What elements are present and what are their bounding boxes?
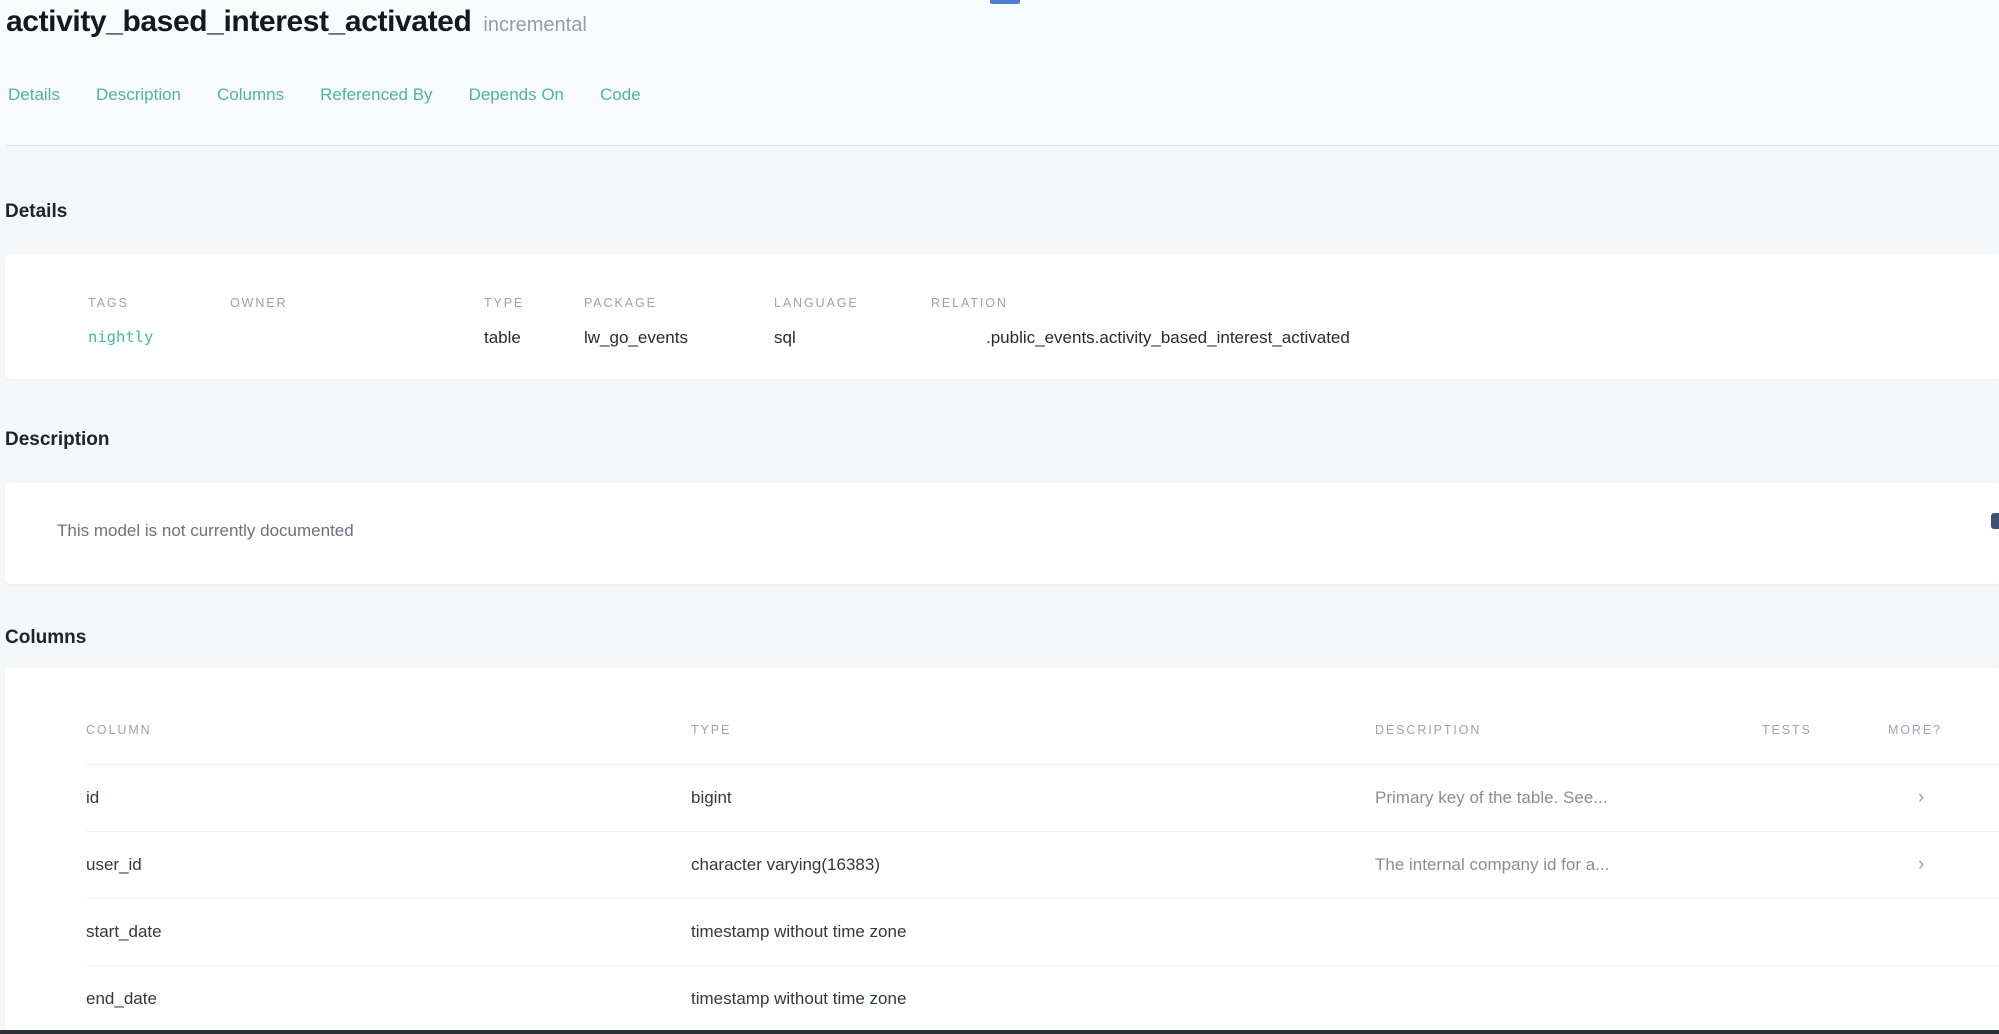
column-type-cell: character varying(16383) (691, 855, 1375, 875)
header-more: MORE? (1888, 723, 1999, 737)
field-package-value: lw_go_events (584, 328, 774, 348)
cropped-link-fragment (990, 0, 1020, 4)
column-name-cell: start_date (86, 922, 691, 942)
description-text: This model is not currently documented (57, 521, 1999, 541)
tab-details[interactable]: Details (8, 85, 60, 105)
description-section-heading: Description (5, 429, 1999, 451)
field-language-value: sql (774, 328, 931, 348)
field-package-label: PACKAGE (584, 296, 774, 310)
field-package: PACKAGE lw_go_events (584, 296, 774, 379)
row-expand-chevron-icon[interactable]: › (1888, 787, 1999, 809)
tab-code[interactable]: Code (600, 85, 641, 105)
model-docs-page: activity_based_interest_activated increm… (0, 0, 1999, 1034)
column-type-cell: timestamp without time zone (691, 989, 1375, 1009)
field-language: LANGUAGE sql (774, 296, 931, 379)
column-name-cell: end_date (86, 989, 691, 1009)
column-name-cell: id (86, 788, 691, 808)
field-tags-label: TAGS (88, 296, 230, 310)
tab-columns[interactable]: Columns (217, 85, 284, 105)
tab-depends-on[interactable]: Depends On (469, 85, 564, 105)
tab-description[interactable]: Description (96, 85, 181, 105)
details-section-heading: Details (5, 146, 1999, 223)
column-type-cell: bigint (691, 788, 1375, 808)
row-expand-chevron-icon[interactable]: › (1888, 854, 1999, 876)
cropped-edge-fragment (1991, 513, 1999, 529)
description-card: This model is not currently documented (5, 483, 1999, 584)
tag-nightly[interactable]: nightly (88, 328, 230, 346)
field-owner: OWNER (230, 296, 484, 379)
field-type-label: TYPE (484, 296, 584, 310)
title-row: activity_based_interest_activated increm… (6, 4, 1999, 40)
column-name-cell: user_id (86, 855, 691, 875)
page-title: activity_based_interest_activated (6, 4, 471, 40)
columns-card: COLUMN TYPE DESCRIPTION TESTS MORE? id b… (5, 668, 1999, 1034)
columns-table-header: COLUMN TYPE DESCRIPTION TESTS MORE? (86, 723, 1999, 737)
table-row-user-id[interactable]: user_id character varying(16383) The int… (86, 831, 1999, 898)
field-owner-label: OWNER (230, 296, 484, 310)
column-description-cell: The internal company id for a... (1375, 855, 1762, 875)
header-type: TYPE (691, 723, 1375, 737)
column-description-cell: Primary key of the table. See... (1375, 788, 1762, 808)
screenshot-bottom-edge (0, 1030, 1999, 1034)
header-column: COLUMN (86, 723, 691, 737)
column-type-cell: timestamp without time zone (691, 922, 1375, 942)
page-header: activity_based_interest_activated increm… (0, 0, 1999, 146)
field-relation: RELATION .public_events.activity_based_i… (931, 296, 1999, 379)
details-card: TAGS nightly OWNER TYPE table PACKAGE lw… (5, 254, 1999, 379)
field-relation-value: .public_events.activity_based_interest_a… (931, 328, 1999, 348)
materialization-badge: incremental (483, 14, 586, 37)
field-language-label: LANGUAGE (774, 296, 931, 310)
field-type-value: table (484, 328, 584, 348)
table-row-start-date[interactable]: start_date timestamp without time zone (86, 898, 1999, 965)
header-description: DESCRIPTION (1375, 723, 1762, 737)
table-row-id[interactable]: id bigint Primary key of the table. See.… (86, 764, 1999, 831)
header-tests: TESTS (1762, 723, 1888, 737)
columns-table-body: id bigint Primary key of the table. See.… (86, 764, 1999, 1032)
field-tags: TAGS nightly (88, 296, 230, 379)
columns-section-heading: Columns (5, 627, 1999, 649)
field-relation-label: RELATION (931, 296, 1999, 310)
tab-referenced-by[interactable]: Referenced By (320, 85, 432, 105)
section-nav: Details Description Columns Referenced B… (6, 85, 1999, 105)
table-row-end-date[interactable]: end_date timestamp without time zone (86, 965, 1999, 1032)
field-type: TYPE table (484, 296, 584, 379)
main-content: Details TAGS nightly OWNER TYPE table PA… (0, 146, 1999, 1034)
